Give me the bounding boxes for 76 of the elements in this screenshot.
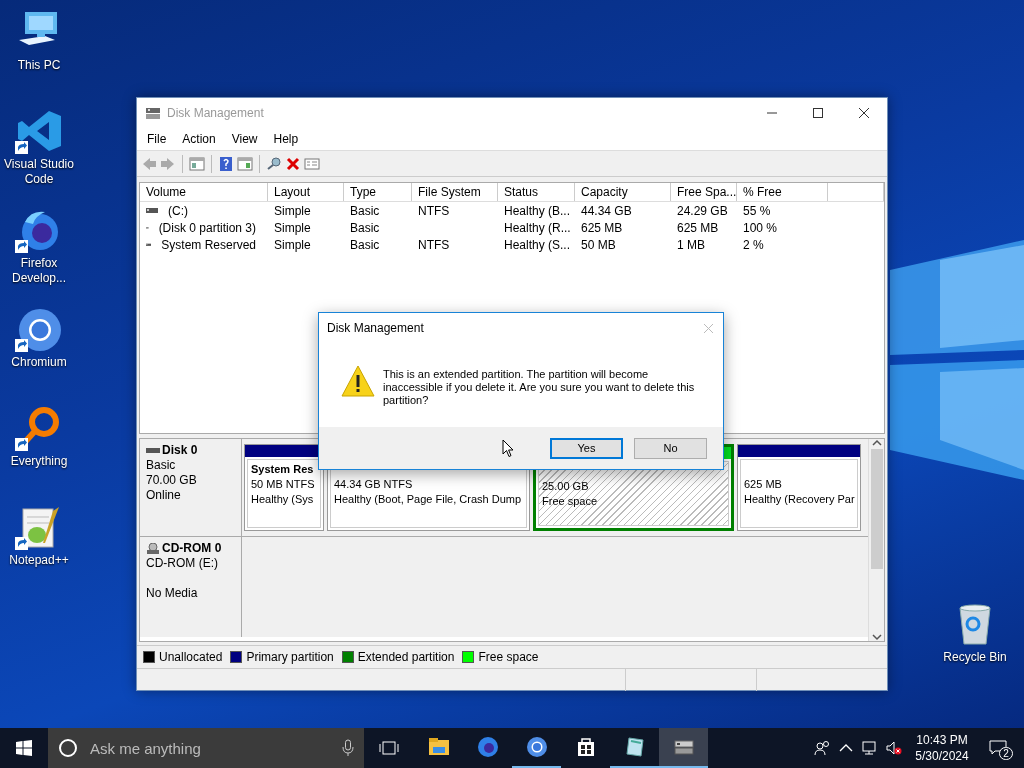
table-cell-text: 24.29 GB	[676, 203, 729, 220]
table-cell-text: Healthy (S...	[503, 237, 572, 254]
desktop-shortcut[interactable]: Recycle Bin	[936, 600, 1014, 699]
table-cell-text: Healthy (B...	[503, 203, 572, 220]
table-cell-text: 625 MB	[676, 220, 720, 237]
table-cell-text: (Disk 0 partition 3)	[157, 220, 257, 236]
notification-button[interactable]: 2	[978, 728, 1024, 768]
clock-date: 5/30/2024	[915, 748, 969, 764]
dialog-button[interactable]: Yes	[550, 437, 623, 459]
partition-name: System Res	[251, 462, 314, 477]
disk-info: CD-ROM (E:)	[146, 556, 219, 571]
table-cell-text: Basic	[349, 237, 381, 254]
table-cell-text: NTFS	[417, 237, 451, 254]
search-box[interactable]: Ask me anything	[48, 728, 364, 768]
column-header[interactable]: Status	[498, 183, 575, 201]
table-cell-text: 100 %	[742, 220, 779, 237]
dialog-message: This is an extended partition. The partition will become inaccessible if you delete it. Are you sure you want to delete this partition?	[383, 368, 696, 407]
disk-info: 70.00 GB	[146, 473, 198, 488]
notification-count: 2	[999, 746, 1013, 760]
table-cell-text: 625 MB	[580, 220, 624, 237]
menu-item[interactable]: File	[139, 132, 175, 146]
desktop-shortcut[interactable]: This PC	[0, 8, 78, 107]
disk-name: Disk 0	[162, 443, 198, 458]
partition-info: 44.34 GB NTFS	[334, 477, 413, 492]
column-header[interactable]: Free Spa...	[671, 183, 737, 201]
column-header[interactable]: Type	[344, 183, 412, 201]
dialog-button[interactable]: No	[634, 437, 707, 459]
column-header[interactable]: Capacity	[575, 183, 671, 201]
clock-time: 10:43 PM	[916, 732, 968, 748]
dialog-title: Disk Management	[327, 321, 425, 335]
table-cell-text: Healthy (R...	[503, 220, 572, 237]
legend-label: Free space	[478, 650, 539, 664]
table-cell-text: 1 MB	[676, 237, 706, 254]
disk-info: Basic	[146, 458, 177, 473]
disk-name: CD-ROM 0	[162, 541, 222, 556]
partition-info: 625 MB	[744, 477, 782, 492]
table-cell-text: Simple	[273, 237, 312, 254]
disk-status: No Media	[146, 586, 199, 601]
desktop-shortcut[interactable]: Notepad++	[0, 503, 78, 602]
partition-info: 50 MB NTFS	[251, 477, 315, 492]
disk-status: Online	[146, 488, 182, 503]
partition-info: 25.00 GB	[542, 479, 589, 494]
column-header[interactable]: % Free	[737, 183, 828, 201]
legend-label: Primary partition	[246, 650, 334, 664]
table-cell-text: 44.34 GB	[580, 203, 633, 220]
legend-label: Extended partition	[357, 650, 455, 664]
table-cell-text: Simple	[273, 220, 312, 237]
table-cell-text: NTFS	[417, 203, 451, 220]
table-cell-text: Basic	[349, 203, 381, 220]
partition-info: Healthy (Recovery Par	[744, 492, 855, 507]
menu-item[interactable]: Action	[174, 132, 224, 146]
desktop-shortcut[interactable]: Chromium	[0, 305, 78, 404]
column-header[interactable]: Layout	[268, 183, 344, 201]
legend-label: Unallocated	[159, 650, 223, 664]
table-cell-text: Simple	[273, 203, 312, 220]
partition-block[interactable]: System Res 50 MB NTFS Healthy (Sys	[244, 444, 324, 531]
partition-info: Healthy (Boot, Page File, Crash Dump	[334, 492, 522, 507]
column-header[interactable]: Volume	[140, 183, 268, 201]
table-cell-text: 55 %	[742, 203, 772, 220]
table-cell-text: (C:)	[167, 203, 189, 219]
desktop-shortcut[interactable]: Everything	[0, 404, 78, 503]
table-cell-text: Basic	[349, 220, 381, 237]
partition-info: Free space	[542, 494, 598, 509]
desktop-shortcut[interactable]: Firefox Develop...	[0, 206, 78, 305]
column-header[interactable]: File System	[412, 183, 498, 201]
window-title: Disk Management	[167, 106, 265, 120]
partition-block[interactable]: 625 MB Healthy (Recovery Par	[737, 444, 861, 531]
desktop-shortcut[interactable]: Visual Studio Code	[0, 107, 78, 206]
table-cell-text: 50 MB	[580, 237, 617, 254]
menu-item[interactable]: Help	[265, 132, 307, 146]
clock[interactable]: 10:43 PM 5/30/2024	[906, 728, 978, 768]
menu-item[interactable]: View	[223, 132, 266, 146]
table-cell-text: 2 %	[742, 237, 765, 254]
search-field[interactable]: Ask me anything	[88, 738, 332, 758]
partition-info: Healthy (Sys	[251, 492, 314, 507]
table-cell-text: System Reserved	[160, 237, 257, 253]
